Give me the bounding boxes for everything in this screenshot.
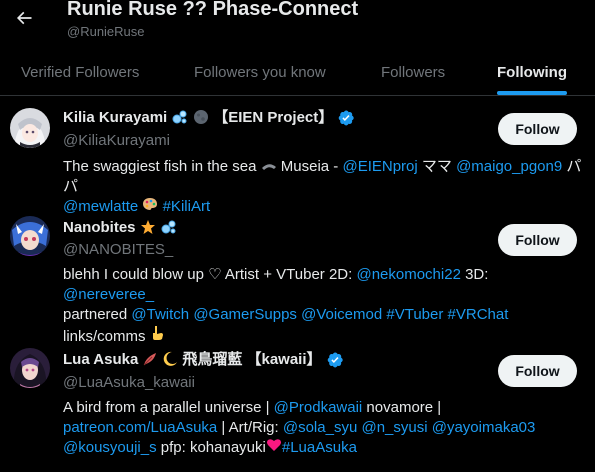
- bio-text: novamore |: [362, 399, 442, 416]
- user-bio: A bird from a parallel universe | @Prodk…: [63, 398, 583, 458]
- follow-button[interactable]: Follow: [498, 113, 577, 145]
- arrow-left-icon: [16, 11, 32, 25]
- user-name-row: Kilia Kurayami 【EIEN Project】: [63, 108, 355, 128]
- bio-text: 3D:: [460, 266, 489, 283]
- bio-mention-link[interactable]: @GamerSupps: [193, 306, 297, 323]
- tab-verified-followers[interactable]: Verified Followers: [21, 50, 139, 95]
- user-name-row: Lua Asuka 飛鳥瑠藍 【kawaii】: [63, 350, 344, 370]
- bio-text: pfp: kohanayuki: [156, 439, 266, 456]
- bio-url-link[interactable]: patreon.com/LuaAsuka: [63, 419, 217, 436]
- bio-text: A bird from a parallel universe |: [63, 399, 274, 416]
- bio-mention-link[interactable]: @n_syusi: [361, 419, 427, 436]
- bio-mention-link[interactable]: @sola_syu: [283, 419, 357, 436]
- bubbles-emoji-icon: [160, 219, 178, 238]
- bio-mention-link[interactable]: @nekomochi22: [356, 266, 460, 283]
- bio-text: | Art/Rig:: [217, 419, 283, 436]
- feather-emoji-icon: [142, 351, 158, 370]
- follow-button[interactable]: Follow: [498, 355, 577, 387]
- page-handle: @RunieRuse: [67, 24, 145, 39]
- bubbles-emoji-icon: [171, 109, 189, 128]
- user-cell[interactable]: Kilia Kurayami 【EIEN Project】 @KiliaKura…: [0, 96, 595, 215]
- bio-hashtag-link[interactable]: #LuaAsuka: [282, 439, 357, 456]
- user-name[interactable]: Lua Asuka: [63, 350, 138, 370]
- bio-text: Museia -: [276, 158, 343, 175]
- bio-mention-link[interactable]: @Voicemod: [301, 306, 382, 323]
- user-name-row: Nanobites: [63, 218, 178, 238]
- page-title: Runie Ruse ?? Phase-Connect: [67, 0, 359, 20]
- bio-mention-link[interactable]: @Twitch: [131, 306, 189, 323]
- bio-text: The swaggiest fish in the sea: [63, 158, 261, 175]
- verified-badge-icon[interactable]: [326, 351, 344, 369]
- user-handle[interactable]: @KiliaKurayami: [63, 131, 170, 151]
- star-emoji-icon: [140, 219, 156, 238]
- follow-button[interactable]: Follow: [498, 224, 577, 256]
- bio-text: partnered: [63, 306, 132, 323]
- moon-emoji-icon: [193, 109, 209, 128]
- user-handle[interactable]: @LuaAsuka_kawaii: [63, 373, 195, 393]
- user-handle[interactable]: @NANOBITES_: [63, 240, 173, 260]
- tab-following[interactable]: Following: [497, 50, 567, 95]
- user-cell[interactable]: Lua Asuka 飛鳥瑠藍 【kawaii】 @LuaAsuka_kawaii…: [0, 335, 595, 472]
- user-name-suffix[interactable]: 【EIEN Project】: [213, 108, 333, 128]
- user-name[interactable]: Nanobites: [63, 218, 136, 238]
- active-tab-indicator: [497, 91, 567, 95]
- user-name[interactable]: Kilia Kurayami: [63, 108, 167, 128]
- user-bio: The swaggiest fish in the sea Museia - @…: [63, 157, 583, 217]
- bio-text: blehh I could blow up ♡ Artist + VTuber …: [63, 266, 357, 283]
- bio-mention-link[interactable]: @kousyouji_s: [63, 439, 157, 456]
- verified-badge-icon[interactable]: [337, 109, 355, 127]
- bio-mention-link[interactable]: @EIENproj: [342, 158, 417, 175]
- user-name-suffix[interactable]: 飛鳥瑠藍 【kawaii】: [182, 350, 321, 370]
- bio-mention-link[interactable]: @maigo_pgon9: [456, 158, 562, 175]
- avatar[interactable]: [10, 348, 50, 388]
- bio-text: ママ: [417, 158, 457, 175]
- profile-header: Runie Ruse ?? Phase-Connect @RunieRuse: [0, 0, 595, 48]
- avatar[interactable]: [10, 108, 50, 148]
- tab-followers[interactable]: Followers: [381, 50, 445, 95]
- bio-mention-link[interactable]: @nereveree_: [63, 286, 154, 303]
- avatar-image-icon: [10, 108, 50, 148]
- heart-emoji-icon: [266, 438, 282, 455]
- boomerang-emoji-icon: [261, 158, 277, 174]
- avatar[interactable]: [10, 216, 50, 256]
- tab-bar: Verified Followers Followers you know Fo…: [0, 50, 595, 96]
- bio-mention-link[interactable]: @yayoimaka03: [432, 419, 536, 436]
- bio-mention-link[interactable]: @Prodkawaii: [274, 399, 363, 416]
- crescent-moon-emoji-icon: [162, 351, 178, 370]
- bio-hashtag-link[interactable]: #VRChat: [448, 306, 509, 323]
- tab-followers-you-know[interactable]: Followers you know: [194, 50, 326, 95]
- avatar-image-icon: [10, 348, 50, 388]
- back-button[interactable]: [8, 2, 40, 34]
- avatar-image-icon: [10, 216, 50, 256]
- user-cell[interactable]: Nanobites @NANOBITES_ Follow blehh I cou…: [0, 211, 595, 345]
- bio-hashtag-link[interactable]: #VTuber: [386, 306, 443, 323]
